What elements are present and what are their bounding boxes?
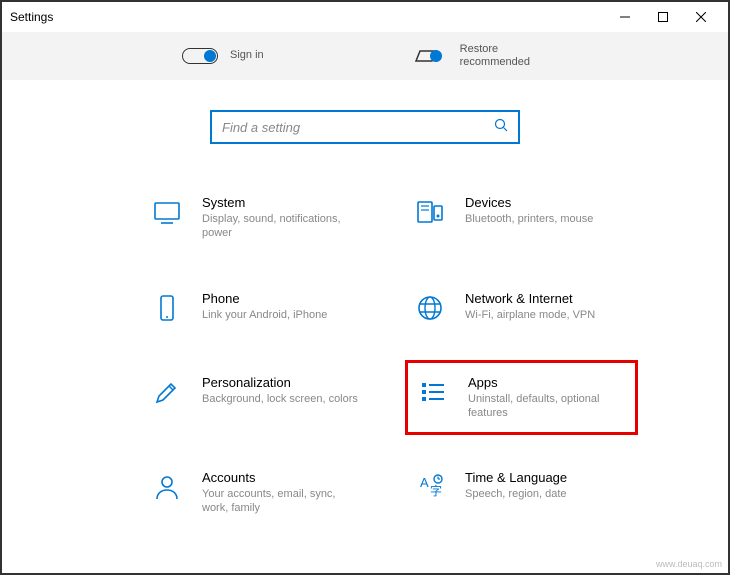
search-icon — [494, 118, 508, 137]
tile-subtitle: Background, lock screen, colors — [202, 392, 358, 406]
phone-icon — [150, 291, 184, 325]
svg-text:A: A — [420, 475, 429, 490]
settings-grid: System Display, sound, notifications, po… — [2, 144, 728, 542]
tile-time-language[interactable]: A字 Time & Language Speech, region, date — [405, 464, 638, 522]
tile-text: Apps Uninstall, defaults, optional featu… — [468, 375, 627, 421]
sign-in-label: Sign in — [230, 49, 264, 62]
restore-item[interactable]: Restore recommended — [414, 43, 560, 69]
search-box[interactable] — [210, 110, 520, 144]
tile-phone[interactable]: Phone Link your Android, iPhone — [142, 285, 375, 331]
personalization-icon — [150, 375, 184, 409]
tile-personalization[interactable]: Personalization Background, lock screen,… — [142, 369, 375, 427]
search-input[interactable] — [222, 120, 494, 135]
tile-title: Network & Internet — [465, 291, 595, 306]
tile-subtitle: Link your Android, iPhone — [202, 308, 327, 322]
tile-accounts[interactable]: Accounts Your accounts, email, sync, wor… — [142, 464, 375, 522]
tile-title: Personalization — [202, 375, 358, 390]
maximize-button[interactable] — [644, 3, 682, 31]
system-icon — [150, 195, 184, 229]
tile-subtitle: Your accounts, email, sync, work, family — [202, 487, 362, 516]
watermark: www.deuaq.com — [656, 559, 722, 569]
time-language-icon: A字 — [413, 470, 447, 504]
tile-apps[interactable]: Apps Uninstall, defaults, optional featu… — [405, 360, 638, 436]
tile-subtitle: Display, sound, notifications, power — [202, 212, 362, 241]
network-icon — [413, 291, 447, 325]
devices-icon — [413, 195, 447, 229]
apps-icon — [416, 375, 450, 409]
tile-subtitle: Speech, region, date — [465, 487, 567, 501]
accounts-icon — [150, 470, 184, 504]
close-button[interactable] — [682, 3, 720, 31]
tile-text: Devices Bluetooth, printers, mouse — [465, 195, 593, 226]
tile-title: Devices — [465, 195, 593, 210]
tile-text: Time & Language Speech, region, date — [465, 470, 567, 501]
header-band: Sign in Restore recommended — [2, 32, 728, 80]
tile-title: Accounts — [202, 470, 362, 485]
tile-devices[interactable]: Devices Bluetooth, printers, mouse — [405, 189, 638, 247]
tile-subtitle: Uninstall, defaults, optional features — [468, 392, 627, 421]
tile-text: Phone Link your Android, iPhone — [202, 291, 327, 322]
tile-subtitle: Bluetooth, printers, mouse — [465, 212, 593, 226]
tile-text: Accounts Your accounts, email, sync, wor… — [202, 470, 362, 516]
tile-title: System — [202, 195, 362, 210]
restore-label: Restore recommended — [460, 43, 560, 69]
tile-text: System Display, sound, notifications, po… — [202, 195, 362, 241]
tile-title: Time & Language — [465, 470, 567, 485]
tile-system[interactable]: System Display, sound, notifications, po… — [142, 189, 375, 247]
tile-title: Phone — [202, 291, 327, 306]
tile-title: Apps — [468, 375, 627, 390]
sign-in-toggle-icon — [182, 48, 218, 64]
window-title: Settings — [10, 10, 606, 24]
tile-subtitle: Wi-Fi, airplane mode, VPN — [465, 308, 595, 322]
tile-text: Personalization Background, lock screen,… — [202, 375, 358, 406]
search-container — [2, 110, 728, 144]
minimize-button[interactable] — [606, 3, 644, 31]
svg-text:字: 字 — [430, 483, 442, 498]
sign-in-item[interactable]: Sign in — [182, 48, 264, 64]
tile-network[interactable]: Network & Internet Wi-Fi, airplane mode,… — [405, 285, 638, 331]
title-bar: Settings — [2, 2, 728, 32]
tile-text: Network & Internet Wi-Fi, airplane mode,… — [465, 291, 595, 322]
restore-icon — [414, 47, 448, 65]
